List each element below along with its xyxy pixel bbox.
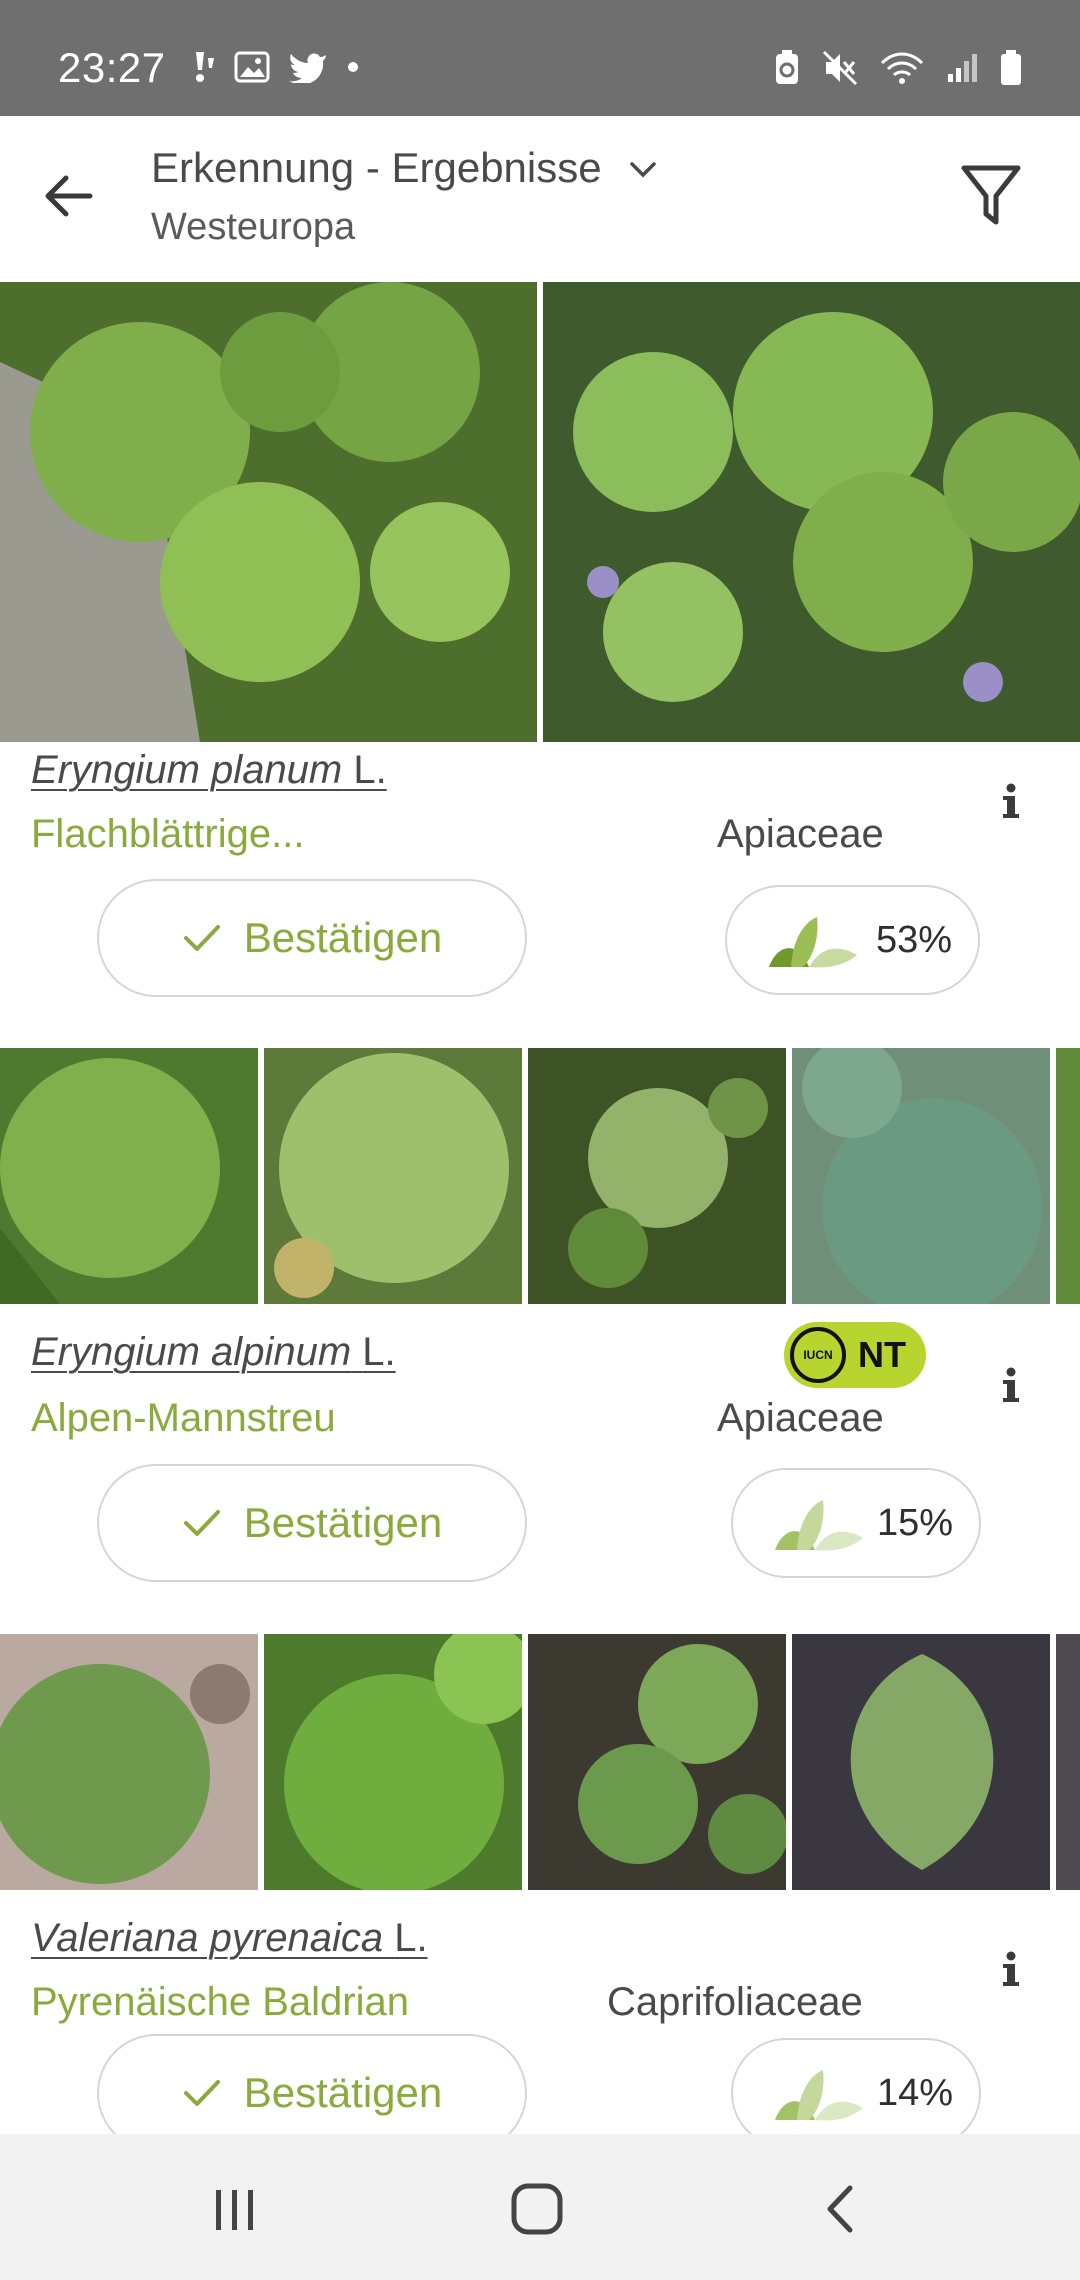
info-button[interactable] <box>996 1950 1026 1990</box>
family-name: Apiaceae <box>717 1396 884 1440</box>
recent-apps-icon <box>216 2190 253 2230</box>
dot-icon <box>346 60 360 79</box>
checkmark-icon <box>183 1510 220 1536</box>
region-subtitle: Westeuropa <box>151 206 356 248</box>
plant-photo[interactable] <box>792 1048 1050 1304</box>
leaf-icon <box>769 1498 865 1566</box>
twitter-icon <box>288 51 328 88</box>
photo-strip[interactable] <box>0 1634 1080 1890</box>
notification-icon <box>190 50 216 89</box>
status-time: 23:27 <box>58 44 166 91</box>
score-pill[interactable]: 53% <box>725 885 980 995</box>
nav-back-button[interactable] <box>795 2174 885 2244</box>
plant-photo[interactable] <box>528 1048 786 1304</box>
system-nav-bar <box>0 2134 1080 2280</box>
info-button[interactable] <box>996 1366 1026 1406</box>
plant-photo[interactable] <box>0 282 537 742</box>
info-icon <box>1003 1951 1019 1986</box>
confirm-button[interactable]: Bestätigen <box>97 879 527 997</box>
home-icon <box>511 2183 563 2235</box>
checkmark-icon <box>183 2080 220 2106</box>
wifi-icon <box>880 51 924 90</box>
iucn-badge[interactable]: IUCN NT <box>784 1322 926 1388</box>
plant-photo[interactable] <box>264 1634 522 1890</box>
score-value: 14% <box>876 2071 953 2114</box>
iucn-logo: IUCN <box>790 1327 846 1383</box>
plant-photo[interactable] <box>543 282 1080 742</box>
filter-icon <box>961 165 1021 225</box>
confirm-label: Bestätigen <box>243 2069 443 2116</box>
recent-apps-button[interactable] <box>190 2174 280 2244</box>
filter-button[interactable] <box>960 162 1040 242</box>
family-name: Apiaceae <box>717 812 884 856</box>
plant-photo[interactable] <box>528 1634 786 1890</box>
image-icon <box>234 51 270 88</box>
common-name: Pyrenäische Baldrian <box>31 1980 409 2024</box>
common-name: Alpen-Mannstreu <box>31 1396 336 1440</box>
leaf-icon <box>769 2068 865 2134</box>
back-button[interactable] <box>40 166 120 236</box>
score-value: 53% <box>875 918 952 961</box>
results-list[interactable]: Eryngium planum L. Flachblättrige... Api… <box>0 282 1080 2134</box>
result-card: Eryngium planum L. Flachblättrige... Api… <box>0 282 1080 997</box>
confirm-label: Bestätigen <box>243 914 443 961</box>
home-button[interactable] <box>492 2174 582 2244</box>
checkmark-icon <box>183 925 220 951</box>
signal-icon <box>946 52 978 89</box>
arrow-left-icon <box>45 175 93 217</box>
score-pill[interactable]: 14% <box>731 2038 981 2134</box>
plant-photo[interactable] <box>792 1634 1050 1890</box>
result-card: Eryngium alpinum L. Alpen-Mannstreu IUCN… <box>0 1048 1080 1628</box>
family-name: Caprifoliaceae <box>607 1980 863 2024</box>
battery-saver-icon <box>774 50 800 91</box>
battery-icon <box>1000 50 1022 91</box>
info-icon <box>1003 783 1019 818</box>
iucn-status: NT <box>858 1334 906 1375</box>
plant-photo[interactable] <box>0 1048 258 1304</box>
title-dropdown[interactable]: Erkennung - Ergebnisse Westeuropa <box>151 144 658 249</box>
confirm-button[interactable]: Bestätigen <box>97 2034 527 2134</box>
page-title: Erkennung - Ergebnisse <box>151 144 602 191</box>
plant-photo[interactable] <box>1056 1634 1080 1890</box>
scientific-name[interactable]: Eryngium planum L. <box>31 748 387 793</box>
plant-photo[interactable] <box>0 1634 258 1890</box>
confirm-label: Bestätigen <box>243 1499 443 1546</box>
plant-photo[interactable] <box>1056 1048 1080 1304</box>
score-value: 15% <box>876 1501 953 1544</box>
leaf-icon <box>763 915 859 983</box>
result-card: Valeriana pyrenaica L. Pyrenäische Baldr… <box>0 1634 1080 2134</box>
info-button[interactable] <box>996 782 1026 822</box>
chevron-down-icon <box>628 144 658 192</box>
status-bar: 23:27 <box>0 0 1080 116</box>
common-name: Flachblättrige... <box>31 812 305 856</box>
app-bar: Erkennung - Ergebnisse Westeuropa <box>0 116 1080 282</box>
scientific-name[interactable]: Valeriana pyrenaica L. <box>31 1916 428 1961</box>
plant-photo[interactable] <box>264 1048 522 1304</box>
photo-strip[interactable] <box>0 282 1080 742</box>
info-icon <box>1003 1367 1019 1402</box>
scientific-name[interactable]: Eryngium alpinum L. <box>31 1330 396 1375</box>
photo-strip[interactable] <box>0 1048 1080 1304</box>
mute-icon <box>822 50 858 91</box>
score-pill[interactable]: 15% <box>731 1468 981 1578</box>
back-icon <box>827 2185 853 2233</box>
confirm-button[interactable]: Bestätigen <box>97 1464 527 1582</box>
